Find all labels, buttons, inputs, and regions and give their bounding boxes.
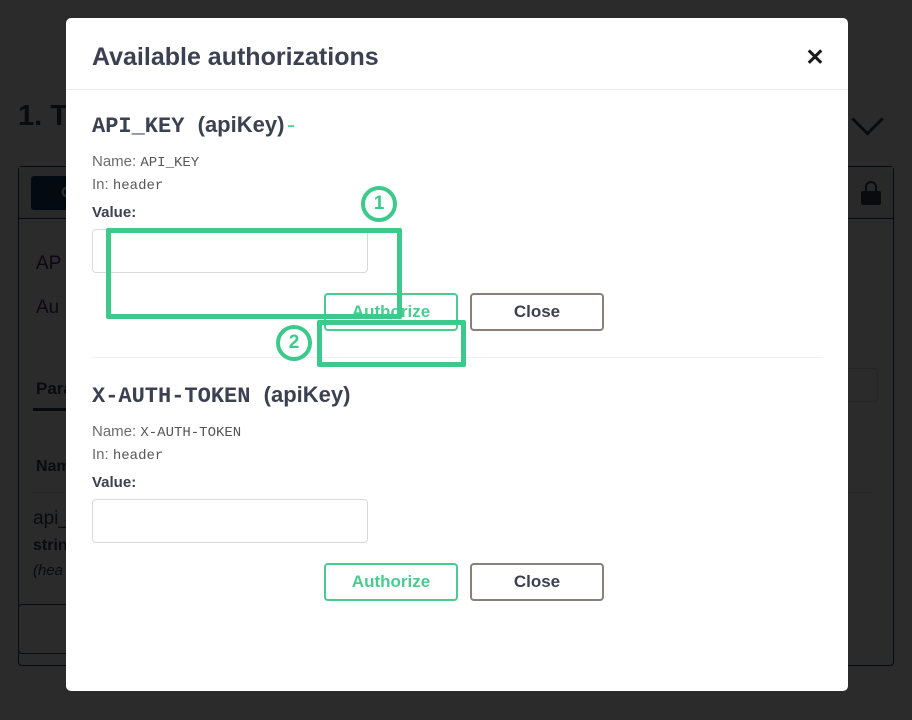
auth-name-value: API_KEY	[140, 155, 199, 171]
value-input-api-key[interactable]	[92, 229, 368, 273]
auth-scheme-name: API_KEY	[92, 114, 184, 139]
close-icon[interactable]: ✕	[802, 44, 828, 70]
auth-name-value: X-AUTH-TOKEN	[140, 425, 241, 441]
auth-in-value: header	[113, 448, 163, 464]
auth-section-api-key: API_KEY (apiKey)- Name: API_KEY In: head…	[66, 90, 848, 331]
auth-name-row: Name: X-AUTH-TOKEN	[92, 423, 822, 441]
modal-header: Available authorizations ✕	[66, 18, 848, 90]
auth-in-value: header	[113, 178, 163, 194]
auth-name-label: Name:	[92, 153, 136, 170]
auth-name-row: Name: API_KEY	[92, 153, 822, 171]
available-authorizations-modal: Available authorizations ✕ API_KEY (apiK…	[66, 18, 848, 691]
close-button-api-key[interactable]: Close	[470, 293, 604, 331]
value-input-x-auth-token[interactable]	[92, 499, 368, 543]
auth-in-row: In: header	[92, 176, 822, 194]
authorize-button-api-key[interactable]: Authorize	[324, 293, 458, 331]
authorize-button-x-auth-token[interactable]: Authorize	[324, 563, 458, 601]
auth-heading-api-key: API_KEY (apiKey)-	[92, 112, 822, 139]
modal-body: API_KEY (apiKey)- Name: API_KEY In: head…	[66, 90, 848, 601]
value-label-x-auth-token: Value:	[92, 474, 822, 491]
value-label-api-key: Value:	[92, 204, 822, 221]
auth-name-label: Name:	[92, 423, 136, 440]
button-row-x-auth-token: Authorize Close	[92, 563, 822, 601]
auth-scheme-dash: -	[284, 114, 297, 139]
auth-in-row: In: header	[92, 446, 822, 464]
button-row-api-key: Authorize Close	[92, 293, 822, 331]
auth-scheme-type: (apiKey)	[198, 112, 285, 137]
auth-in-label: In:	[92, 446, 109, 463]
page-title: Available authorizations	[92, 43, 379, 72]
close-button-x-auth-token[interactable]: Close	[470, 563, 604, 601]
screen: https://vchatcloud.com - VChat Authorize…	[0, 0, 912, 720]
auth-scheme-type: (apiKey)	[264, 382, 351, 407]
auth-in-label: In:	[92, 176, 109, 193]
auth-section-x-auth-token: X-AUTH-TOKEN (apiKey) Name: X-AUTH-TOKEN…	[66, 358, 848, 601]
auth-heading-x-auth-token: X-AUTH-TOKEN (apiKey)	[92, 382, 822, 409]
auth-scheme-name: X-AUTH-TOKEN	[92, 384, 250, 409]
